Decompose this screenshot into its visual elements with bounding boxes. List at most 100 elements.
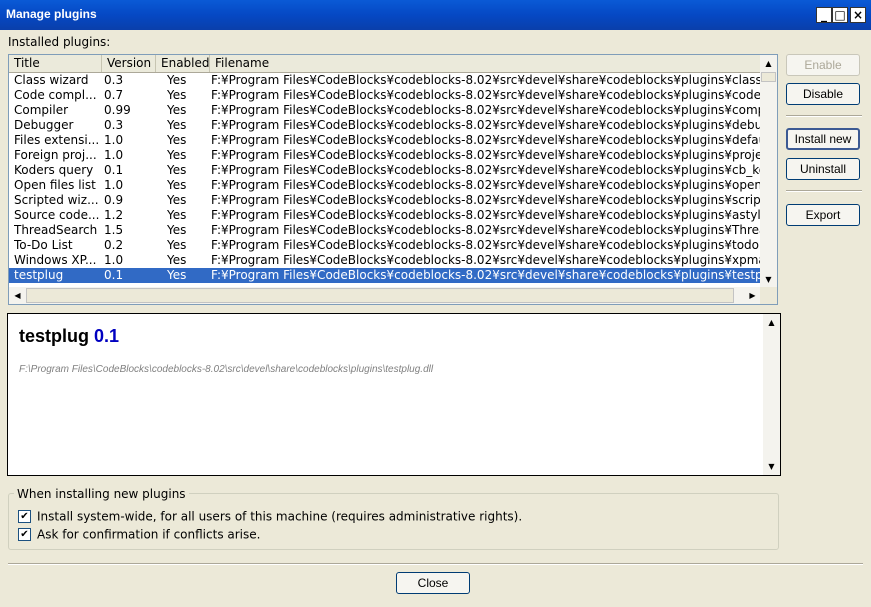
scroll-thumb[interactable] (761, 72, 776, 82)
scroll-down-arrow-icon[interactable]: ▼ (763, 458, 780, 475)
confirm-conflicts-label: Ask for confirmation if conflicts arise. (37, 527, 261, 542)
close-button[interactable]: Close (396, 572, 470, 594)
plugin-enabled-cell: Yes (167, 268, 187, 282)
plugin-filename-cell: F:¥Program Files¥CodeBlocks¥codeblocks-8… (211, 238, 761, 252)
system-wide-checkbox[interactable]: ✔ (18, 510, 31, 523)
scroll-left-arrow-icon[interactable]: ◀ (9, 287, 26, 304)
list-vertical-scrollbar[interactable]: ▲ ▼ (760, 55, 777, 288)
enable-button[interactable]: Enable (786, 54, 860, 76)
close-window-button[interactable]: × (850, 7, 866, 23)
plugin-filename-cell: F:¥Program Files¥CodeBlocks¥codeblocks-8… (211, 133, 761, 147)
plugin-version-cell: 0.99 (104, 103, 131, 117)
scroll-down-arrow-icon[interactable]: ▼ (760, 271, 777, 288)
table-row[interactable]: Windows XP... 1.0 Yes F:¥Program Files¥Code… (9, 253, 761, 268)
table-row[interactable]: Scripted wiz... 0.9 Yes F:¥Program Files¥Co… (9, 193, 761, 208)
plugin-version-cell: 0.1 (104, 268, 124, 282)
plugin-version-cell: 0.7 (104, 88, 124, 102)
plugin-filename-cell: F:¥Program Files¥CodeBlocks¥codeblocks-8… (211, 268, 761, 282)
plugin-title-cell: Scripted wiz... (14, 193, 99, 207)
column-header-filename[interactable]: Filename (210, 55, 761, 72)
plugin-filename-cell: F:¥Program Files¥CodeBlocks¥codeblocks-8… (211, 73, 761, 87)
plugin-version-cell: 1.2 (104, 208, 124, 222)
plugin-enabled-cell: Yes (167, 223, 187, 237)
plugins-list[interactable]: Title Version Enabled Filename Class wiz… (8, 54, 778, 305)
table-row[interactable]: Compiler 0.99 Yes F:¥Program Files¥CodeBloc… (9, 103, 761, 118)
list-horizontal-scrollbar[interactable]: ◀ ▶ (9, 287, 761, 304)
plugin-filename-cell: F:¥Program Files¥CodeBlocks¥codeblocks-8… (211, 163, 761, 177)
plugin-enabled-cell: Yes (167, 193, 187, 207)
plugin-version-cell: 1.0 (104, 178, 124, 192)
plugin-title-cell: Open files list (14, 178, 96, 192)
list-header: Title Version Enabled Filename (9, 55, 761, 73)
scroll-thumb[interactable] (26, 288, 734, 303)
plugin-enabled-cell: Yes (167, 163, 187, 177)
plugin-filename-cell: F:¥Program Files¥CodeBlocks¥codeblocks-8… (211, 193, 761, 207)
plugin-title-cell: Source code... (14, 208, 100, 222)
plugin-enabled-cell: Yes (167, 88, 187, 102)
system-wide-option[interactable]: ✔ Install system-wide, for all users of t… (18, 509, 522, 525)
plugin-version: 0.1 (94, 326, 120, 346)
column-header-title[interactable]: Title (9, 55, 102, 72)
plugin-title-cell: Compiler (14, 103, 69, 117)
plugin-filename-cell: F:¥Program Files¥CodeBlocks¥codeblocks-8… (211, 88, 761, 102)
table-row[interactable]: Files extensi... 1.0 Yes F:¥Program Files¥C… (9, 133, 761, 148)
table-row[interactable]: Debugger 0.3 Yes F:¥Program Files¥CodeBlock… (9, 118, 761, 133)
install-new-button[interactable]: Install new (786, 128, 860, 150)
plugin-enabled-cell: Yes (167, 178, 187, 192)
button-separator (786, 115, 862, 117)
confirm-conflicts-option[interactable]: ✔ Ask for confirmation if conflicts arise… (18, 527, 260, 543)
confirm-conflicts-checkbox[interactable]: ✔ (18, 528, 31, 541)
table-row[interactable]: Class wizard 0.3 Yes F:¥Program Files¥CodeB… (9, 73, 761, 88)
plugin-version-cell: 0.2 (104, 238, 124, 252)
table-row[interactable]: To-Do List 0.2 Yes F:¥Program Files¥CodeBlo… (9, 238, 761, 253)
uninstall-button[interactable]: Uninstall (786, 158, 860, 180)
plugin-name: testplug (19, 326, 89, 346)
plugin-title-cell: Windows XP... (14, 253, 97, 267)
check-icon: ✔ (20, 529, 29, 540)
export-button[interactable]: Export (786, 204, 860, 226)
plugin-enabled-cell: Yes (167, 148, 187, 162)
plugin-version-cell: 0.3 (104, 73, 124, 87)
plugin-path: F:\Program Files\CodeBlocks\codeblocks-8… (19, 364, 434, 375)
plugin-title-cell: Class wizard (14, 73, 89, 87)
plugin-enabled-cell: Yes (167, 73, 187, 87)
plugin-filename-cell: F:¥Program Files¥CodeBlocks¥codeblocks-8… (211, 103, 761, 117)
plugin-title-cell: testplug (14, 268, 64, 282)
maximize-button[interactable]: □ (832, 7, 848, 23)
disable-button[interactable]: Disable (786, 83, 860, 105)
table-row[interactable]: Foreign proj... 1.0 Yes F:¥Program Files¥Co… (9, 148, 761, 163)
column-header-enabled[interactable]: Enabled (156, 55, 210, 72)
plugin-title-cell: Foreign proj... (14, 148, 97, 162)
plugin-title-cell: Koders query (14, 163, 94, 177)
plugin-enabled-cell: Yes (167, 133, 187, 147)
table-row[interactable]: Source code... 1.2 Yes F:¥Program Files¥Cod… (9, 208, 761, 223)
scroll-up-arrow-icon[interactable]: ▲ (763, 314, 780, 331)
plugin-filename-cell: F:¥Program Files¥CodeBlocks¥codeblocks-8… (211, 253, 761, 267)
plugin-detail-title: testplug 0.1 (19, 326, 119, 347)
window-title: Manage plugins (6, 7, 97, 21)
plugin-version-cell: 1.5 (104, 223, 124, 237)
plugin-version-cell: 0.9 (104, 193, 124, 207)
table-row[interactable]: ThreadSearch 1.5 Yes F:¥Program Files¥CodeB… (9, 223, 761, 238)
title-bar[interactable]: Manage plugins _ □ × (0, 0, 871, 30)
bottom-separator (8, 563, 863, 565)
check-icon: ✔ (20, 511, 29, 522)
plugin-enabled-cell: Yes (167, 208, 187, 222)
plugin-title-cell: Files extensi... (14, 133, 100, 147)
plugin-version-cell: 1.0 (104, 133, 124, 147)
table-row[interactable]: Code compl... 0.7 Yes F:¥Program Files¥Code… (9, 88, 761, 103)
column-header-version[interactable]: Version (102, 55, 156, 72)
plugin-filename-cell: F:¥Program Files¥CodeBlocks¥codeblocks-8… (211, 223, 761, 237)
plugin-detail-panel: testplug 0.1 F:\Program Files\CodeBlocks… (7, 313, 781, 476)
scroll-up-arrow-icon[interactable]: ▲ (760, 55, 777, 72)
minimize-button[interactable]: _ (816, 7, 832, 23)
table-row[interactable]: testplug 0.1 Yes F:¥Program Files¥CodeBlock… (9, 268, 761, 283)
system-wide-label: Install system-wide, for all users of th… (37, 509, 523, 524)
scroll-right-arrow-icon[interactable]: ▶ (744, 287, 761, 304)
plugin-filename-cell: F:¥Program Files¥CodeBlocks¥codeblocks-8… (211, 178, 761, 192)
detail-vertical-scrollbar[interactable]: ▲ ▼ (763, 314, 780, 475)
table-row[interactable]: Koders query 0.1 Yes F:¥Program Files¥CodeB… (9, 163, 761, 178)
table-row[interactable]: Open files list 1.0 Yes F:¥Program Files¥Co… (9, 178, 761, 193)
plugin-version-cell: 1.0 (104, 253, 124, 267)
plugin-title-cell: Debugger (14, 118, 74, 132)
